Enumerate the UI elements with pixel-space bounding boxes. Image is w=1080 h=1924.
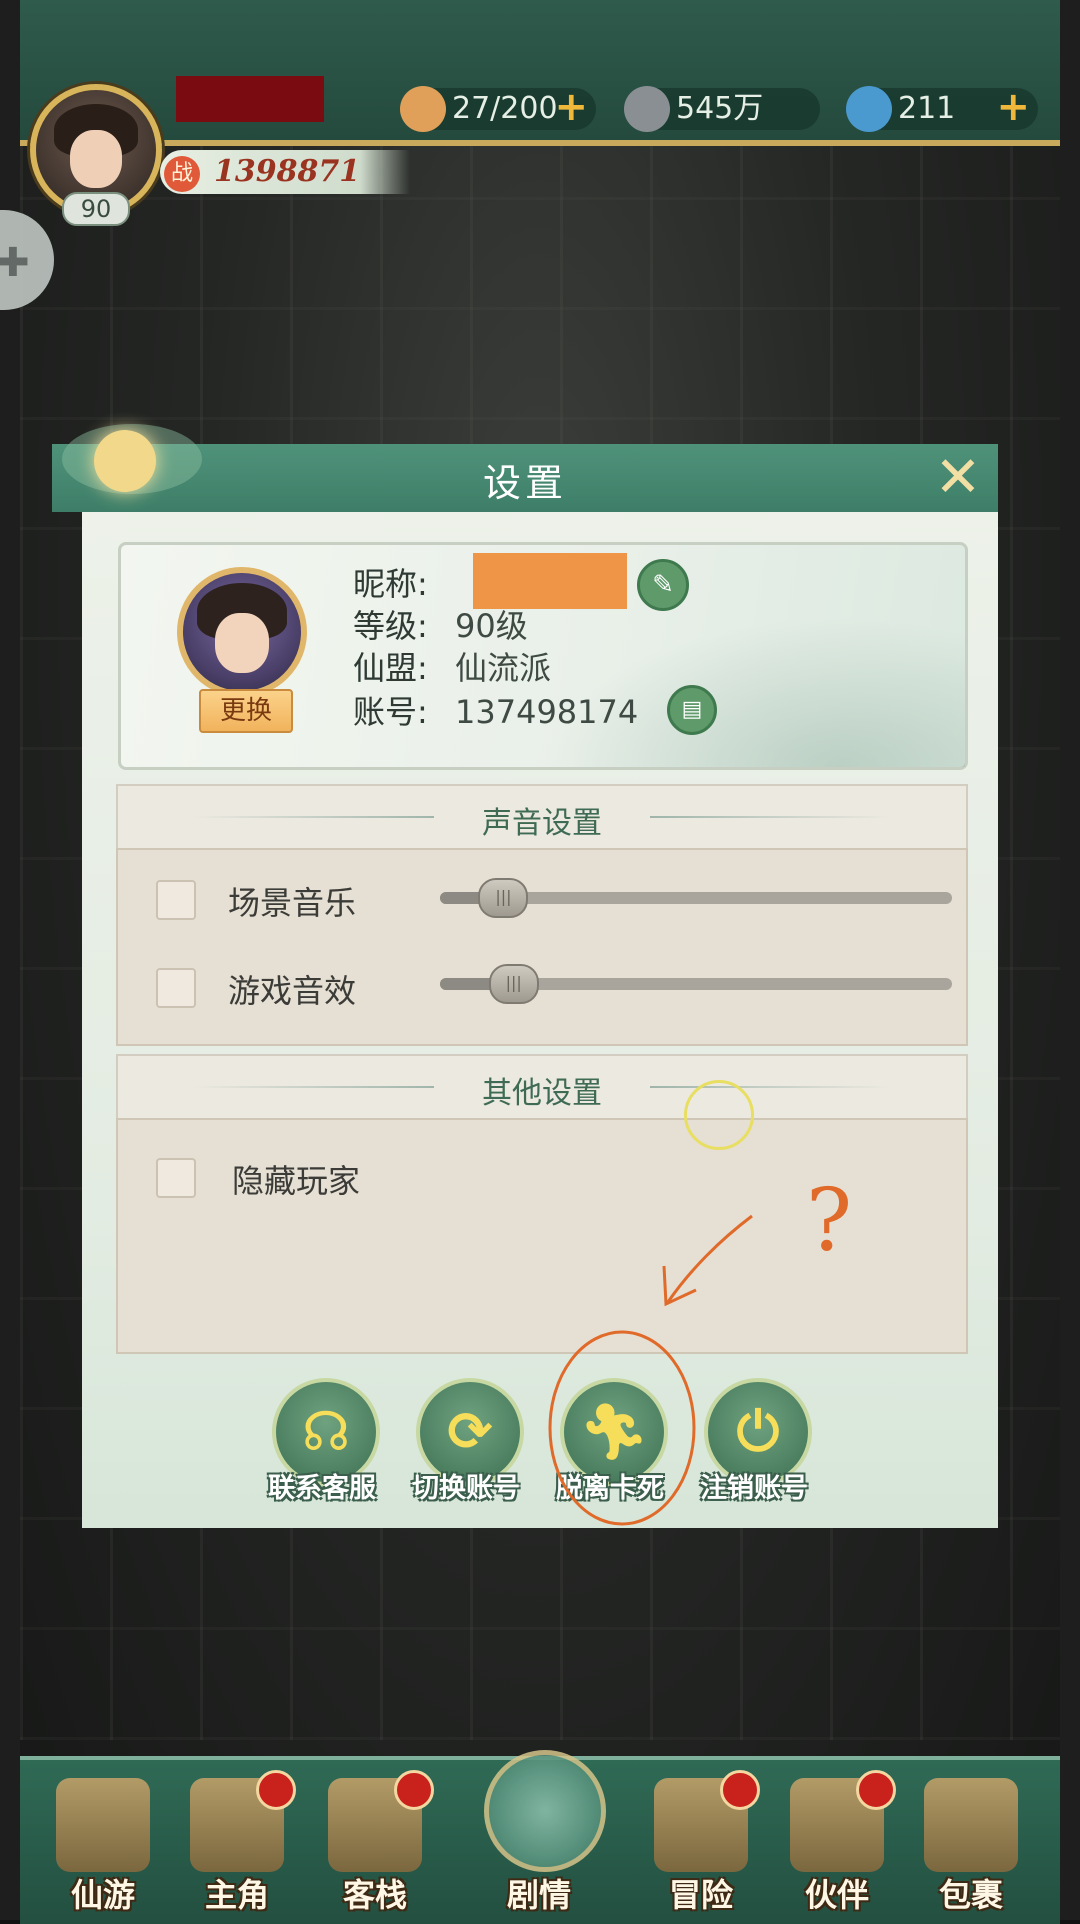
- dialog-title: 设置: [482, 461, 567, 505]
- nav-story[interactable]: 剧情: [474, 1750, 606, 1920]
- notification-dot: [856, 1770, 896, 1810]
- notification-dot: [394, 1770, 434, 1810]
- game-sfx-checkbox[interactable]: [156, 968, 196, 1008]
- account-row: 账号: 137498174: [353, 693, 639, 731]
- notification-dot: [256, 1770, 296, 1810]
- change-avatar-button[interactable]: 更换: [199, 689, 293, 733]
- add-jade-button[interactable]: +: [996, 86, 1030, 128]
- nav-hero[interactable]: 主角: [172, 1770, 302, 1920]
- add-stamina-button[interactable]: +: [554, 86, 588, 128]
- story-scene-icon: [484, 1750, 606, 1872]
- guild-row: 仙盟: 仙流派: [353, 649, 552, 687]
- nav-adventure[interactable]: 冒险: [636, 1770, 766, 1920]
- profile-avatar: [177, 567, 307, 697]
- hide-players-label: 隐藏玩家: [232, 1162, 361, 1200]
- contact-support-button[interactable]: ☊ 联系客服: [262, 1378, 382, 1508]
- nickname-row: 昵称:: [353, 565, 428, 603]
- coin-icon: [624, 86, 670, 132]
- scene-music-slider-handle[interactable]: |||: [478, 878, 529, 918]
- game-sfx-slider-handle[interactable]: |||: [488, 964, 539, 1004]
- copy-account-button[interactable]: ▤: [667, 685, 717, 735]
- dialog-header: 设置 ✕: [52, 424, 998, 512]
- unstuck-button[interactable]: 🏃︎ 脱离卡死: [550, 1378, 670, 1508]
- edit-nickname-button[interactable]: ✎: [637, 559, 689, 611]
- right-border: [1060, 0, 1080, 1920]
- profile-card: 更换 昵称: ✎ 等级: 90级 仙盟: 仙流派 账号: 137498174 ▤: [118, 542, 968, 770]
- player-level-badge: 90: [62, 192, 130, 226]
- nav-partners[interactable]: 伙伴: [772, 1770, 902, 1920]
- scroll-icon: [56, 1778, 150, 1872]
- nav-inn[interactable]: 客栈: [310, 1770, 440, 1920]
- other-settings-panel: 隐藏玩家: [116, 1118, 968, 1354]
- scene-music-slider[interactable]: |||: [440, 878, 952, 918]
- scene-music-checkbox[interactable]: [156, 880, 196, 920]
- notification-dot: [720, 1770, 760, 1810]
- gift-bag-icon: [924, 1778, 1018, 1872]
- sound-settings-header: 声音设置: [116, 784, 968, 850]
- copy-icon: ▤: [681, 697, 703, 722]
- coin-resource: 545万: [624, 86, 820, 132]
- nav-xianyou[interactable]: 仙游: [38, 1770, 168, 1920]
- combat-power-value: 1398871: [214, 154, 361, 189]
- game-sfx-label: 游戏音效: [228, 972, 357, 1010]
- level-row: 等级: 90级: [353, 607, 528, 645]
- player-name-redacted: [176, 76, 324, 122]
- scene-music-label: 场景音乐: [228, 884, 357, 922]
- logout-account-button[interactable]: ⏻ 注销账号: [694, 1378, 814, 1508]
- hide-players-checkbox[interactable]: [156, 1158, 196, 1198]
- switch-account-button[interactable]: ⟳ 切换账号: [406, 1378, 526, 1508]
- combat-power-icon: 战: [164, 156, 200, 192]
- touch-indicator: [684, 1080, 754, 1150]
- pencil-icon: ✎: [652, 570, 674, 600]
- other-settings-header: 其他设置: [116, 1054, 968, 1120]
- jade-resource: 211 +: [846, 86, 1038, 132]
- settings-dialog: 设置 ✕ 更换 昵称: ✎ 等级: 90级 仙盟: 仙流派 账号: 137498174…: [52, 424, 998, 1528]
- sound-settings-panel: 场景音乐 ||| 游戏音效 |||: [116, 848, 968, 1046]
- close-button[interactable]: ✕: [928, 448, 988, 508]
- game-sfx-slider[interactable]: |||: [440, 964, 952, 1004]
- nav-bag[interactable]: 包裹: [906, 1770, 1036, 1920]
- jade-icon: [846, 86, 892, 132]
- puzzle-icon: ✚: [0, 240, 30, 286]
- stamina-resource: 27/200 +: [400, 86, 596, 132]
- bun-icon: [400, 86, 446, 132]
